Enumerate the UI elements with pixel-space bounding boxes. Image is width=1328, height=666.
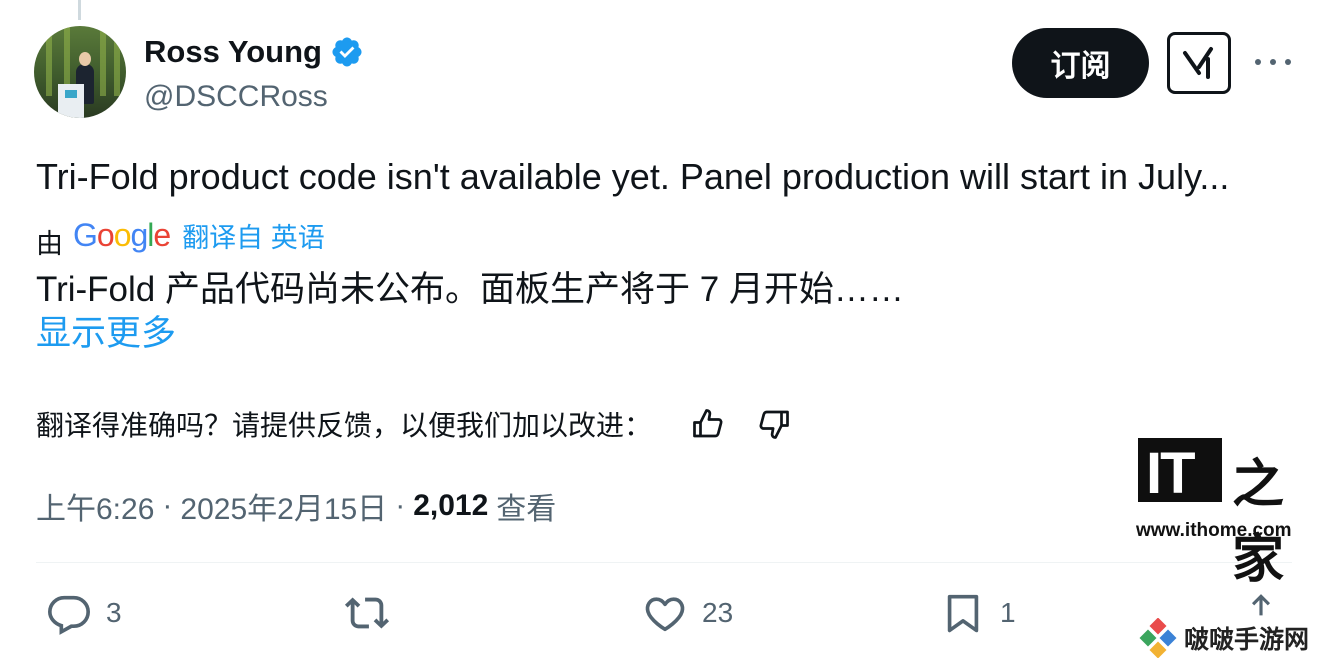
ithome-url: www.ithome.com [1136, 520, 1292, 541]
meta-separator: · [395, 489, 406, 522]
thumbs-down-icon [759, 410, 789, 439]
avatar-background-stripe [46, 26, 52, 96]
feedback-prompt: 翻译得准确吗？请提供反馈，以便我们加以改进： [36, 410, 653, 441]
like-button[interactable]: 23 [642, 590, 733, 636]
thumbs-down-button[interactable] [754, 404, 794, 444]
meta-separator: · [162, 489, 173, 522]
avatar-speaker-head [79, 52, 91, 66]
bookmark-button[interactable]: 1 [940, 590, 1016, 636]
translated-by-prefix: 由 [36, 229, 63, 259]
more-dots-icon [1270, 59, 1276, 65]
avatar-podium-logo [65, 90, 77, 98]
user-name-row: Ross Young [144, 34, 364, 70]
avatar[interactable] [34, 26, 126, 118]
avatar-background-stripe [100, 26, 106, 96]
thread-connector-line [78, 0, 81, 20]
tweet-date[interactable]: 2025年2月15日 [180, 484, 387, 528]
ithome-watermark: IT 之家 www.ithome.com [1136, 438, 1314, 590]
more-dots-icon [1255, 59, 1261, 65]
verified-badge-icon[interactable] [330, 35, 364, 69]
google-logo: G o o g l e [73, 217, 171, 254]
translated-tweet-text: Tri-Fold 产品代码尚未公布。面板生产将于 7 月开始…… [36, 270, 904, 309]
google-letter: o [96, 217, 115, 253]
translated-from-link[interactable]: 翻译自 英语 [182, 216, 325, 255]
reply-icon [48, 595, 90, 635]
subscribe-button[interactable]: 订阅 [1012, 28, 1149, 98]
translation-attribution: 由 G o o g l e 翻译自 英语 [36, 210, 325, 261]
reply-button[interactable]: 3 [46, 590, 122, 636]
thumbs-up-icon [693, 409, 723, 438]
google-letter: g [130, 217, 148, 253]
tweet-metadata: 上午6:26 · 2025年2月15日 · 2,012 查看 [36, 484, 556, 528]
grok-button[interactable] [1167, 32, 1231, 94]
like-count: 23 [702, 597, 734, 628]
views-label: 查看 [496, 493, 557, 526]
reply-count: 3 [106, 597, 122, 628]
retweet-icon [344, 597, 390, 629]
retweet-button[interactable] [342, 590, 392, 636]
bobo-logo-icon [1139, 618, 1177, 658]
more-dots-icon [1285, 59, 1291, 65]
ithome-logo-chinese: 之家 [1232, 454, 1285, 590]
google-letter: o [113, 217, 132, 253]
tweet-text: Tri-Fold product code isn't available ye… [36, 156, 1230, 197]
thumbs-up-button[interactable] [688, 404, 728, 444]
grok-icon [1183, 47, 1213, 79]
bookmark-count: 1 [1000, 597, 1016, 628]
bobo-watermark-text: 啵啵手游网 [1184, 626, 1310, 654]
more-options-button[interactable] [1255, 48, 1291, 76]
views-count: 2,012 [413, 489, 489, 522]
bobo-watermark: 啵啵手游网 [1138, 618, 1309, 658]
avatar-background-stripe [114, 26, 120, 96]
translation-feedback-row: 翻译得准确吗？请提供反馈，以便我们加以改进： [36, 404, 820, 444]
bookmark-icon [947, 594, 979, 633]
google-letter: e [153, 217, 171, 253]
divider [36, 562, 1292, 563]
user-handle[interactable]: @DSCCRoss [144, 80, 328, 114]
show-more-link[interactable]: 显示更多 [36, 312, 176, 356]
heart-icon [645, 597, 685, 632]
user-display-name[interactable]: Ross Young [144, 34, 322, 70]
tweet-actions-bar: 3 23 1 [36, 590, 1292, 646]
ithome-logo-letters: IT [1146, 441, 1196, 506]
tweet-time[interactable]: 上午6:26 [36, 484, 154, 528]
google-letter: G [73, 217, 98, 253]
